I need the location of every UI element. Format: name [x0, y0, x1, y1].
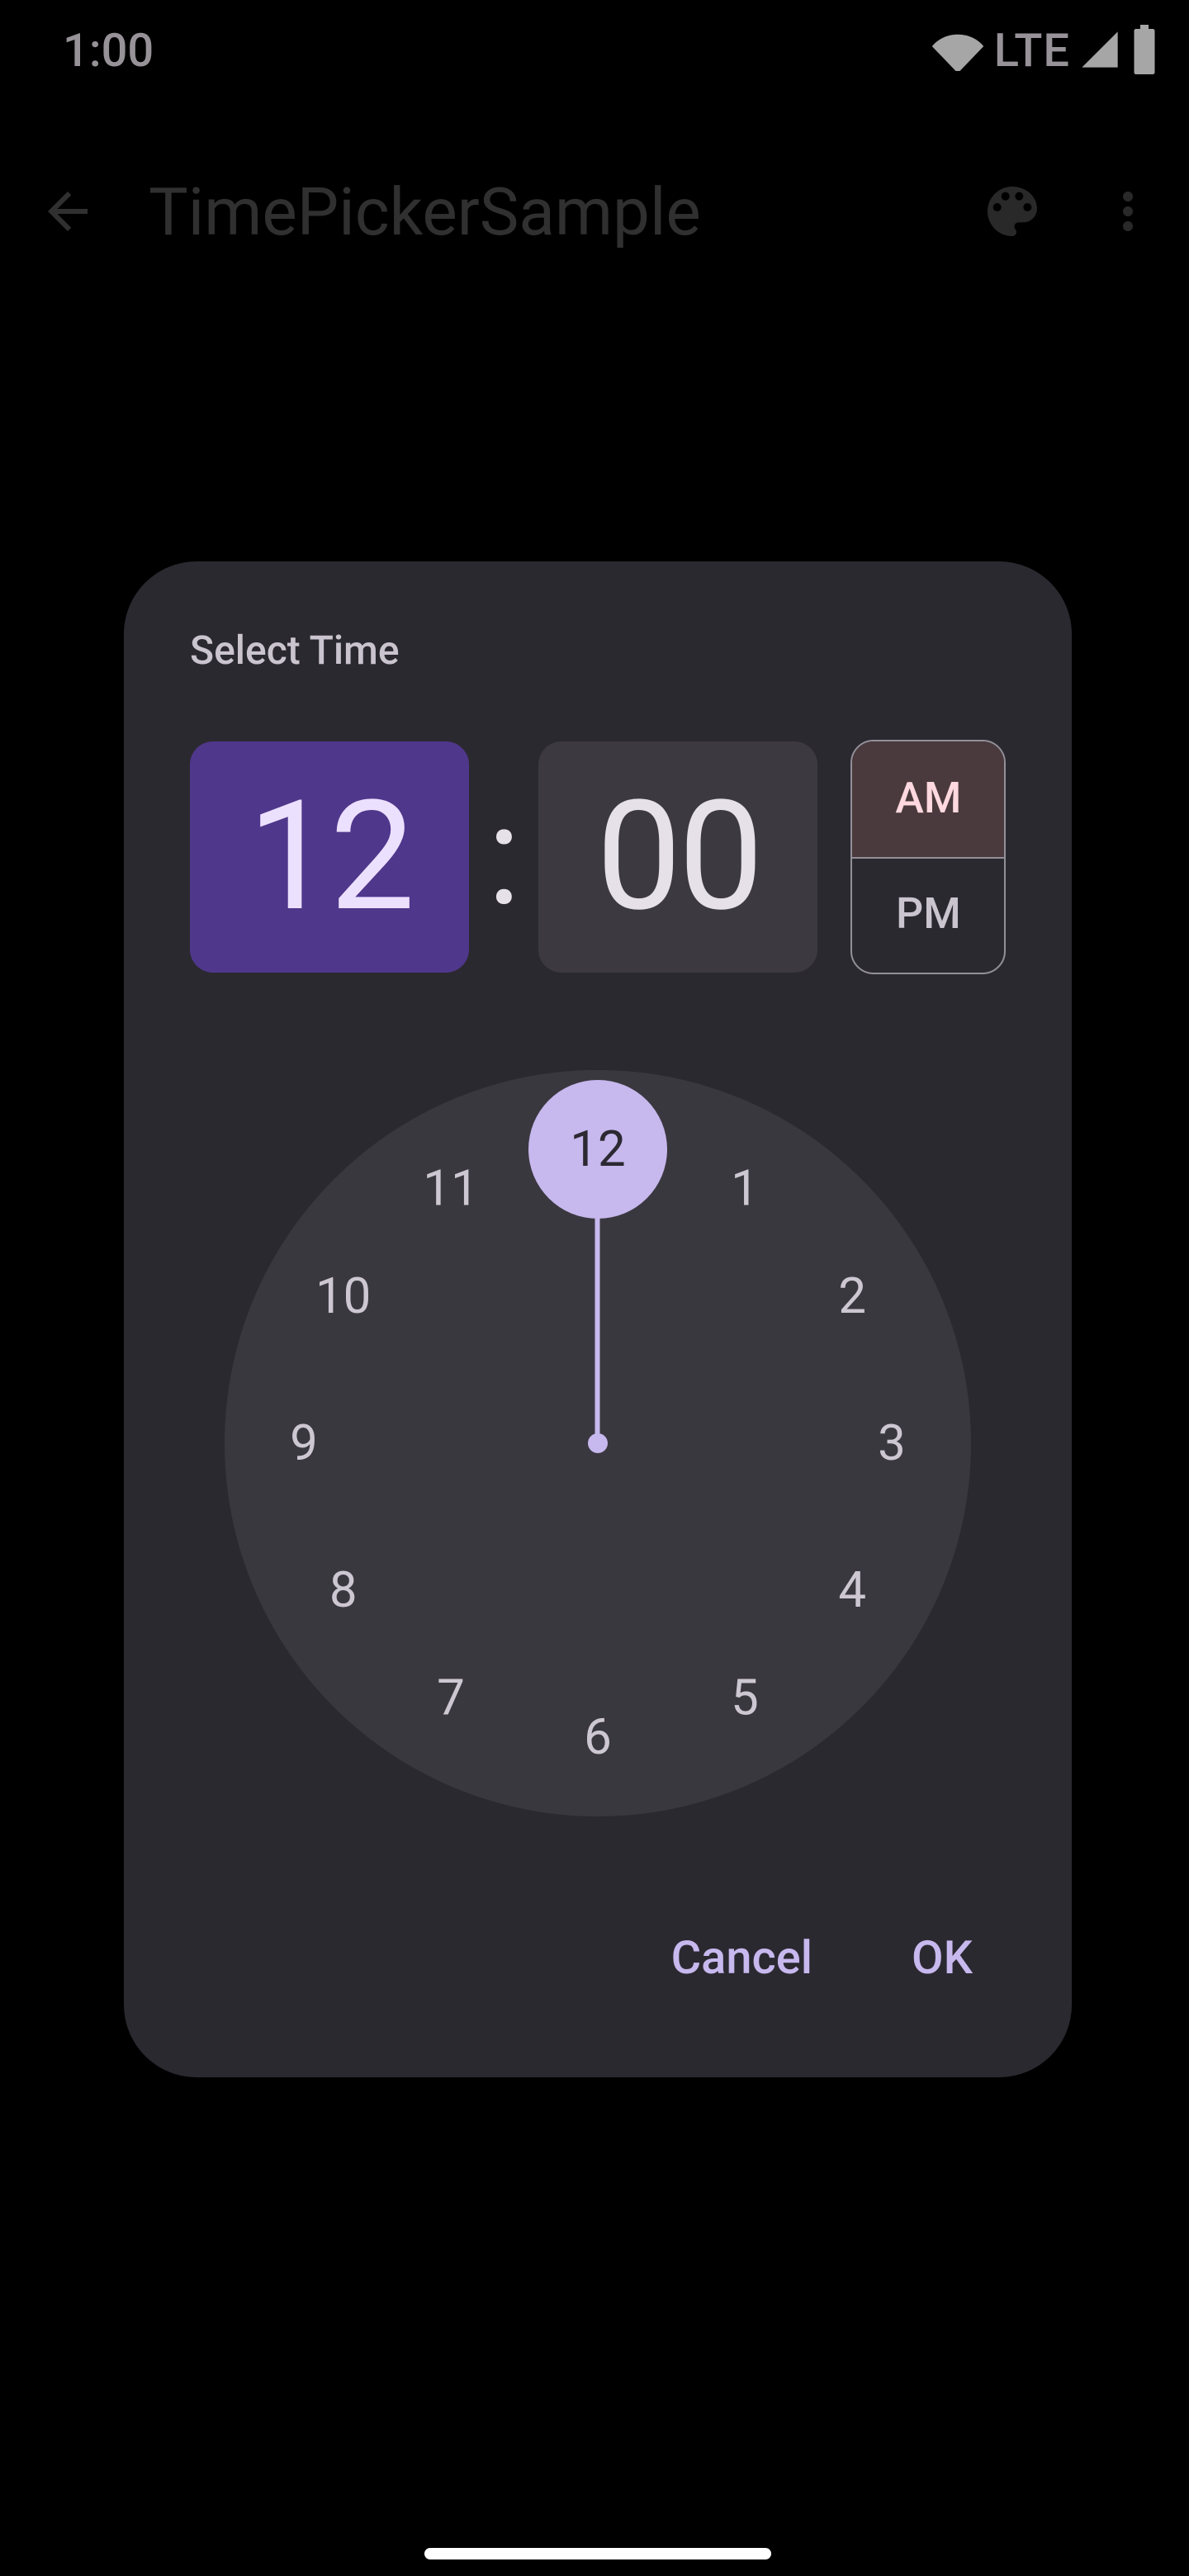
am-button[interactable]: AM [853, 741, 1004, 858]
clock-face[interactable]: 12 1 2 3 4 5 6 7 8 9 10 11 12 [225, 1070, 971, 1816]
clock-center-icon [588, 1433, 608, 1453]
clock-num-4[interactable]: 4 [811, 1549, 893, 1631]
minute-field[interactable]: 00 [538, 741, 818, 973]
clock-num-3[interactable]: 3 [850, 1402, 933, 1485]
clock-num-9[interactable]: 9 [263, 1402, 345, 1485]
time-picker-dialog: Select Time 12 : 00 AM PM 12 1 2 3 4 5 6… [124, 561, 1072, 2077]
time-colon: : [470, 788, 539, 926]
clock-num-6[interactable]: 6 [557, 1696, 639, 1778]
navigation-handle-icon[interactable] [424, 2548, 771, 2559]
clock-num-5[interactable]: 5 [703, 1656, 786, 1739]
pm-button[interactable]: PM [853, 858, 1004, 973]
dialog-title: Select Time [190, 627, 1006, 674]
clock-num-8[interactable]: 8 [302, 1549, 385, 1631]
clock-num-2[interactable]: 2 [811, 1255, 893, 1338]
clock-num-11[interactable]: 11 [410, 1148, 492, 1230]
ok-button[interactable]: OK [885, 1907, 999, 2008]
clock-num-1[interactable]: 1 [703, 1148, 786, 1230]
clock-num-7[interactable]: 7 [410, 1656, 492, 1739]
cancel-button[interactable]: Cancel [645, 1907, 839, 2008]
ampm-toggle: AM PM [851, 740, 1006, 974]
clock-num-10[interactable]: 10 [302, 1255, 385, 1338]
dialog-actions: Cancel OK [645, 1907, 999, 2008]
time-input-row: 12 : 00 AM PM [190, 740, 1006, 974]
hour-field[interactable]: 12 [190, 741, 470, 973]
